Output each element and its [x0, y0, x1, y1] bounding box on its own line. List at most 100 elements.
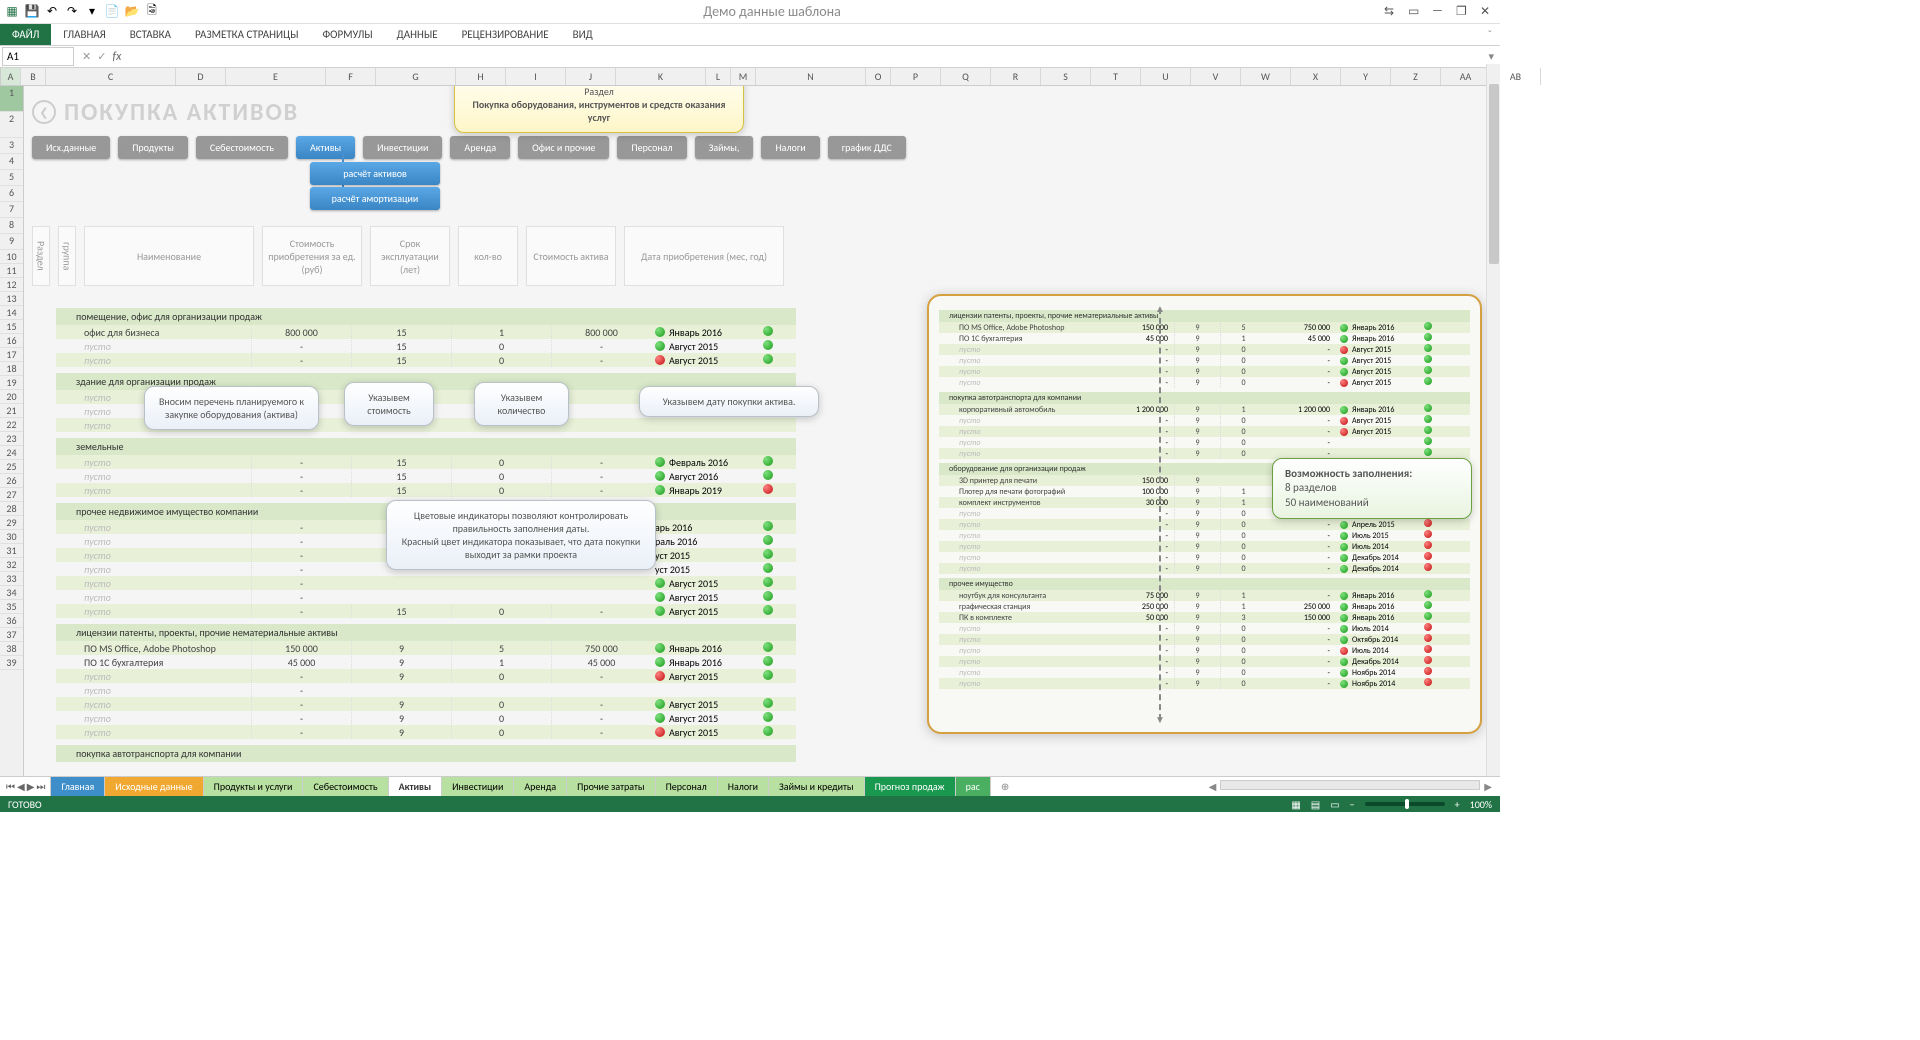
table-row[interactable]: пусто-90-Ноябрь 2014 [939, 678, 1470, 689]
print-icon[interactable]: 🗟 [144, 4, 160, 20]
nav-button[interactable]: Персонал [617, 136, 686, 159]
row-header[interactable]: 28 [0, 502, 23, 516]
table-row[interactable]: пусто-150-Август 2015 [56, 604, 796, 618]
table-row[interactable]: пусто-90-Июль 2014 [939, 541, 1470, 552]
new-icon[interactable]: 📄 [104, 4, 120, 20]
row-header[interactable]: 33 [0, 572, 23, 586]
row-header[interactable]: 39 [0, 656, 23, 670]
sheet-tab[interactable]: Исходные данные [104, 776, 203, 798]
table-row[interactable]: пусто-90-Октябрь 2014 [939, 634, 1470, 645]
table-row[interactable]: пусто-150-Август 2015 [56, 339, 796, 353]
column-header[interactable]: Z [1391, 68, 1441, 85]
table-row[interactable]: пусто- [56, 683, 796, 697]
name-box[interactable] [2, 47, 74, 66]
table-row[interactable]: пусто-90-Август 2015 [56, 725, 796, 739]
row-header[interactable]: 32 [0, 558, 23, 572]
nav-button[interactable]: Активы [296, 136, 355, 159]
table-row[interactable]: пусто-90-Август 2015 [56, 697, 796, 711]
row-header[interactable]: 13 [0, 292, 23, 306]
ribbon-tab[interactable]: ФОРМУЛЫ [310, 24, 384, 45]
ribbon-tab[interactable]: ГЛАВНАЯ [51, 24, 117, 45]
row-header[interactable]: 3 [0, 138, 23, 154]
column-header[interactable]: S [1041, 68, 1091, 85]
column-header[interactable]: Y [1341, 68, 1391, 85]
subnav-button[interactable]: расчёт амортизации [310, 187, 440, 210]
ribbon-tab[interactable]: ВИД [561, 24, 605, 45]
table-row[interactable]: пусто-150-Август 2016 [56, 469, 796, 483]
nav-button[interactable]: Аренда [450, 136, 510, 159]
row-header[interactable]: 5 [0, 170, 23, 186]
nav-button[interactable]: Налоги [761, 136, 819, 159]
column-header[interactable]: P [891, 68, 941, 85]
formula-input[interactable] [125, 48, 1482, 65]
view-normal-icon[interactable]: ▦ [1291, 798, 1300, 811]
table-row[interactable]: пусто-90-Август 2015 [939, 415, 1470, 426]
close-icon[interactable]: ✕ [1480, 4, 1496, 20]
ribbon-opts-icon[interactable]: ▭ [1408, 4, 1424, 20]
nav-button[interactable]: Офис и прочие [518, 136, 609, 159]
row-header[interactable]: 35 [0, 600, 23, 614]
fx-icon[interactable]: fx [112, 50, 121, 64]
column-header[interactable]: M [731, 68, 756, 85]
sheet-tab[interactable]: рас [955, 776, 991, 798]
sheet-nav-last-icon[interactable]: ⏭ [36, 780, 45, 793]
row-header[interactable]: 31 [0, 544, 23, 558]
table-row[interactable]: пусто-90-Август 2015 [939, 426, 1470, 437]
zoom-in-icon[interactable]: + [1455, 798, 1460, 811]
zoom-level[interactable]: 100% [1470, 798, 1492, 811]
sheet-nav-next-icon[interactable]: ▶ [27, 780, 35, 793]
column-header[interactable]: D [176, 68, 226, 85]
sheet-tab[interactable]: Активы [388, 776, 443, 798]
row-header[interactable]: 10 [0, 250, 23, 264]
sheet-tab[interactable]: Инвестиции [441, 776, 514, 798]
table-row[interactable]: пусто-90-Декабрь 2014 [939, 552, 1470, 563]
column-header[interactable]: T [1091, 68, 1141, 85]
ribbon-tab[interactable]: РЕЦЕНЗИРОВАНИЕ [450, 24, 561, 45]
row-header[interactable]: 6 [0, 186, 23, 202]
view-layout-icon[interactable]: ▤ [1311, 798, 1320, 811]
sheet-nav-first-icon[interactable]: ⏮ [6, 780, 15, 793]
touch-icon[interactable]: ⇆ [1384, 4, 1400, 20]
row-header[interactable]: 37 [0, 628, 23, 642]
table-row[interactable]: пусто-90-Август 2015 [939, 366, 1470, 377]
table-row[interactable]: графическая станция250 00091250 000Январ… [939, 601, 1470, 612]
sheet-tab[interactable]: Налоги [717, 776, 769, 798]
subnav-button[interactable]: расчёт активов [310, 162, 440, 185]
expand-formula-icon[interactable]: ▾ [1482, 50, 1500, 63]
add-sheet-icon[interactable]: ⊕ [995, 778, 1015, 795]
row-header[interactable]: 12 [0, 278, 23, 292]
sheet-tab[interactable]: Персонал [655, 776, 718, 798]
nav-button[interactable]: Исх.данные [32, 136, 110, 159]
row-header[interactable]: 1 [0, 86, 23, 112]
accept-formula-icon[interactable]: ✓ [97, 50, 106, 63]
sheet-nav-prev-icon[interactable]: ◀ [17, 780, 25, 793]
column-header[interactable]: X [1291, 68, 1341, 85]
table-row[interactable]: пусто-Август 2015 [56, 590, 796, 604]
view-break-icon[interactable]: ▭ [1330, 798, 1339, 811]
row-header[interactable]: 34 [0, 586, 23, 600]
maximize-icon[interactable]: ❐ [1456, 4, 1472, 20]
table-row[interactable]: пусто-90-Ноябрь 2014 [939, 667, 1470, 678]
column-header[interactable]: O [866, 68, 891, 85]
sheet-tab[interactable]: Займы и кредиты [768, 776, 865, 798]
column-header[interactable]: K [616, 68, 706, 85]
ribbon-tab[interactable]: РАЗМЕТКА СТРАНИЦЫ [183, 24, 311, 45]
row-header[interactable]: 21 [0, 404, 23, 418]
column-header[interactable]: V [1191, 68, 1241, 85]
hscroll-right-icon[interactable]: ▶ [1484, 780, 1492, 793]
nav-button[interactable]: Себестоимость [196, 136, 288, 159]
row-header[interactable]: 7 [0, 202, 23, 218]
table-row[interactable]: пусто-150-Август 2015 [56, 353, 796, 367]
row-header[interactable]: 17 [0, 348, 23, 362]
ribbon-tab[interactable]: ДАННЫЕ [385, 24, 450, 45]
row-header[interactable]: 27 [0, 488, 23, 502]
column-header[interactable]: J [566, 68, 616, 85]
sheet-tab[interactable]: Продукты и услуги [203, 776, 304, 798]
row-header[interactable]: 2 [0, 112, 23, 138]
vertical-scrollbar[interactable] [1486, 64, 1500, 776]
table-row[interactable]: пусто-90-Август 2015 [56, 711, 796, 725]
row-header[interactable]: 11 [0, 264, 23, 278]
row-header[interactable]: 14 [0, 306, 23, 320]
column-header[interactable]: N [756, 68, 866, 85]
row-header[interactable]: 30 [0, 530, 23, 544]
